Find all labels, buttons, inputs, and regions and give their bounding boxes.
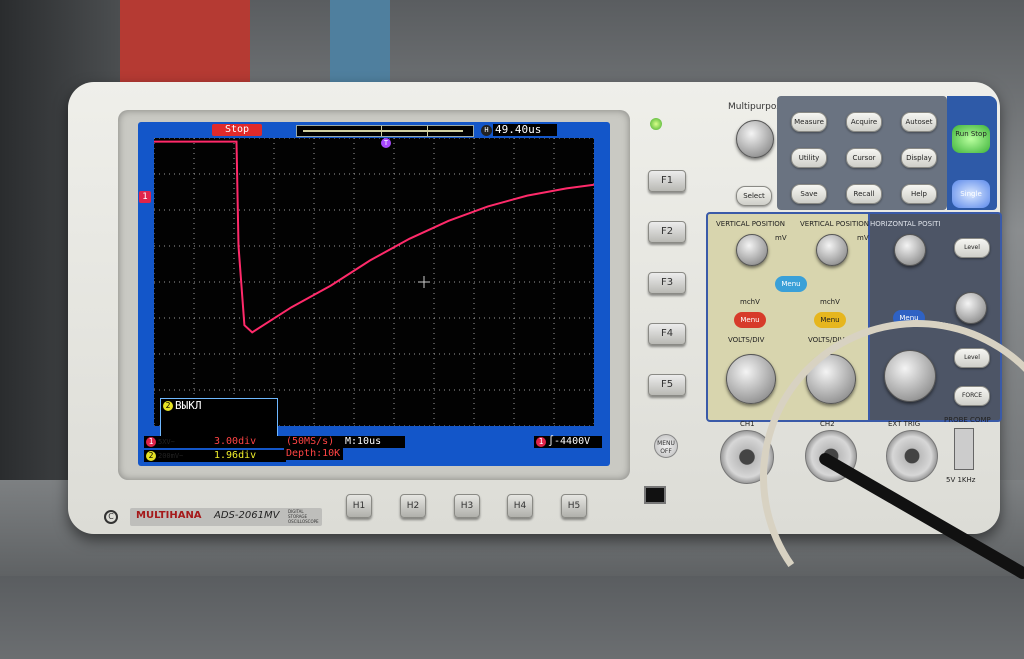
softkey-f2[interactable]: F2 xyxy=(648,221,686,243)
ch1-info: 1 5XV~ 3.00div xyxy=(144,436,286,448)
ch1-volts-div-knob[interactable] xyxy=(726,354,776,404)
background-red-cabinet xyxy=(120,0,250,90)
trigger-level-button[interactable]: Level xyxy=(954,238,990,258)
trigger-position-marker: T xyxy=(381,138,391,148)
cursor-button[interactable]: Cursor xyxy=(846,148,882,168)
brand-plate: MULTIHANA ADS-2061MV DIGITAL STORAGE OSC… xyxy=(130,508,322,526)
ch2-number: 2 xyxy=(163,401,173,411)
scope-display: Stop ▼ H 49.40us 1 T 2 ВЫКЛ 1 5XV~ 3.00d… xyxy=(138,122,610,466)
ch2-mchv-label: mchV xyxy=(820,298,840,306)
ch2-number-bottom: 2 xyxy=(146,451,156,461)
horizontal-offset: 49.40us xyxy=(493,124,557,136)
run-state-badge: Stop xyxy=(212,124,262,136)
ch2-position-knob[interactable] xyxy=(816,234,848,266)
ch2-mv-label: mV xyxy=(857,234,869,242)
softkey-f3[interactable]: F3 xyxy=(648,272,686,294)
power-led xyxy=(650,118,662,130)
recall-button[interactable]: Recall xyxy=(846,184,882,204)
memory-depth: Depth:10K xyxy=(286,448,341,459)
timeline-center-mark xyxy=(381,126,382,136)
softkey-f1[interactable]: F1 xyxy=(648,170,686,192)
horizontal-position-knob[interactable] xyxy=(894,234,926,266)
ch1-number: 1 xyxy=(146,437,156,447)
model-name: ADS-2061MV xyxy=(214,510,280,521)
acquisition-info: (50MS/s) Depth:10K xyxy=(284,436,343,460)
model-description: DIGITAL STORAGE OSCILLOSCOPE xyxy=(288,509,319,524)
ch2-status-text: ВЫКЛ xyxy=(175,399,202,412)
memory-timeline: ▼ xyxy=(296,125,537,137)
timeline-window-mark xyxy=(427,126,428,136)
ch2-menu-button[interactable]: Menu xyxy=(814,312,846,328)
h-offset-badge: H xyxy=(481,125,492,136)
help-button[interactable]: Help xyxy=(901,184,937,204)
background-blue-panel xyxy=(330,0,390,90)
multipurpose-knob[interactable] xyxy=(736,120,774,158)
hkey-h2[interactable]: H2 xyxy=(400,494,426,518)
ch1-level-marker: 1 xyxy=(139,191,151,203)
sample-rate: (50MS/s) xyxy=(286,436,335,447)
waveform-plot xyxy=(154,138,594,426)
brand-logo: MULTIHANA xyxy=(136,510,202,521)
ch1-volts-div-label: VOLTS/DIV xyxy=(728,336,765,344)
trigger-source: 1 xyxy=(536,437,546,447)
softkey-f5[interactable]: F5 xyxy=(648,374,686,396)
display-button[interactable]: Display xyxy=(901,148,937,168)
ch1-probe: 5XV~ xyxy=(158,438,175,446)
graticule xyxy=(154,138,594,426)
autoset-button[interactable]: Autoset xyxy=(901,112,937,132)
select-button[interactable]: Select xyxy=(736,186,772,206)
ch2-scale: 1.96div xyxy=(214,450,257,461)
status-bar: Stop ▼ H 49.40us xyxy=(138,122,610,138)
save-button[interactable]: Save xyxy=(791,184,827,204)
ch2-info: 2 200mV~ 1.96div xyxy=(144,450,286,462)
hkey-h3[interactable]: H3 xyxy=(454,494,480,518)
horizontal-position-label: HORIZONTAL POSITION xyxy=(870,220,940,228)
ch1-vertical-position-label: VERTICAL POSITION xyxy=(716,220,786,228)
trigger-info: 1 ∫-4400V xyxy=(534,436,602,448)
ch1-scale: 3.00div xyxy=(214,436,257,447)
ch1-mv-label: mV xyxy=(775,234,787,242)
measure-button[interactable]: Measure xyxy=(791,112,827,132)
trigger-level: ∫-4400V xyxy=(548,436,591,447)
trigger-level-knob[interactable] xyxy=(955,292,987,324)
hkey-h5[interactable]: H5 xyxy=(561,494,587,518)
info-bar: 1 5XV~ 3.00div 2 200mV~ 1.96div (50MS/s)… xyxy=(138,426,610,466)
ch1-trace xyxy=(154,140,594,334)
ch1-input-label: CH1 xyxy=(740,420,755,428)
menu-off-button[interactable]: MENU OFF xyxy=(654,434,678,458)
single-button[interactable]: Single xyxy=(952,180,990,208)
utility-button[interactable]: Utility xyxy=(791,148,827,168)
timebase: M:10us xyxy=(343,436,405,448)
run-stop-button[interactable]: Run Stop xyxy=(952,125,990,153)
ch1-mchv-label: mchV xyxy=(740,298,760,306)
usb-port xyxy=(644,486,666,504)
hkey-h4[interactable]: H4 xyxy=(507,494,533,518)
ch2-vertical-position-label: VERTICAL POSITION xyxy=(800,220,870,228)
hkey-h1[interactable]: H1 xyxy=(346,494,372,518)
timeline-bar xyxy=(303,130,463,132)
math-menu-button[interactable]: Menu xyxy=(775,276,807,292)
ch1-menu-button[interactable]: Menu xyxy=(734,312,766,328)
softkey-f4[interactable]: F4 xyxy=(648,323,686,345)
acquire-button[interactable]: Acquire xyxy=(846,112,882,132)
brand-c-icon: C xyxy=(104,510,118,524)
ch2-probe: 200mV~ xyxy=(158,452,184,460)
ch1-position-knob[interactable] xyxy=(736,234,768,266)
